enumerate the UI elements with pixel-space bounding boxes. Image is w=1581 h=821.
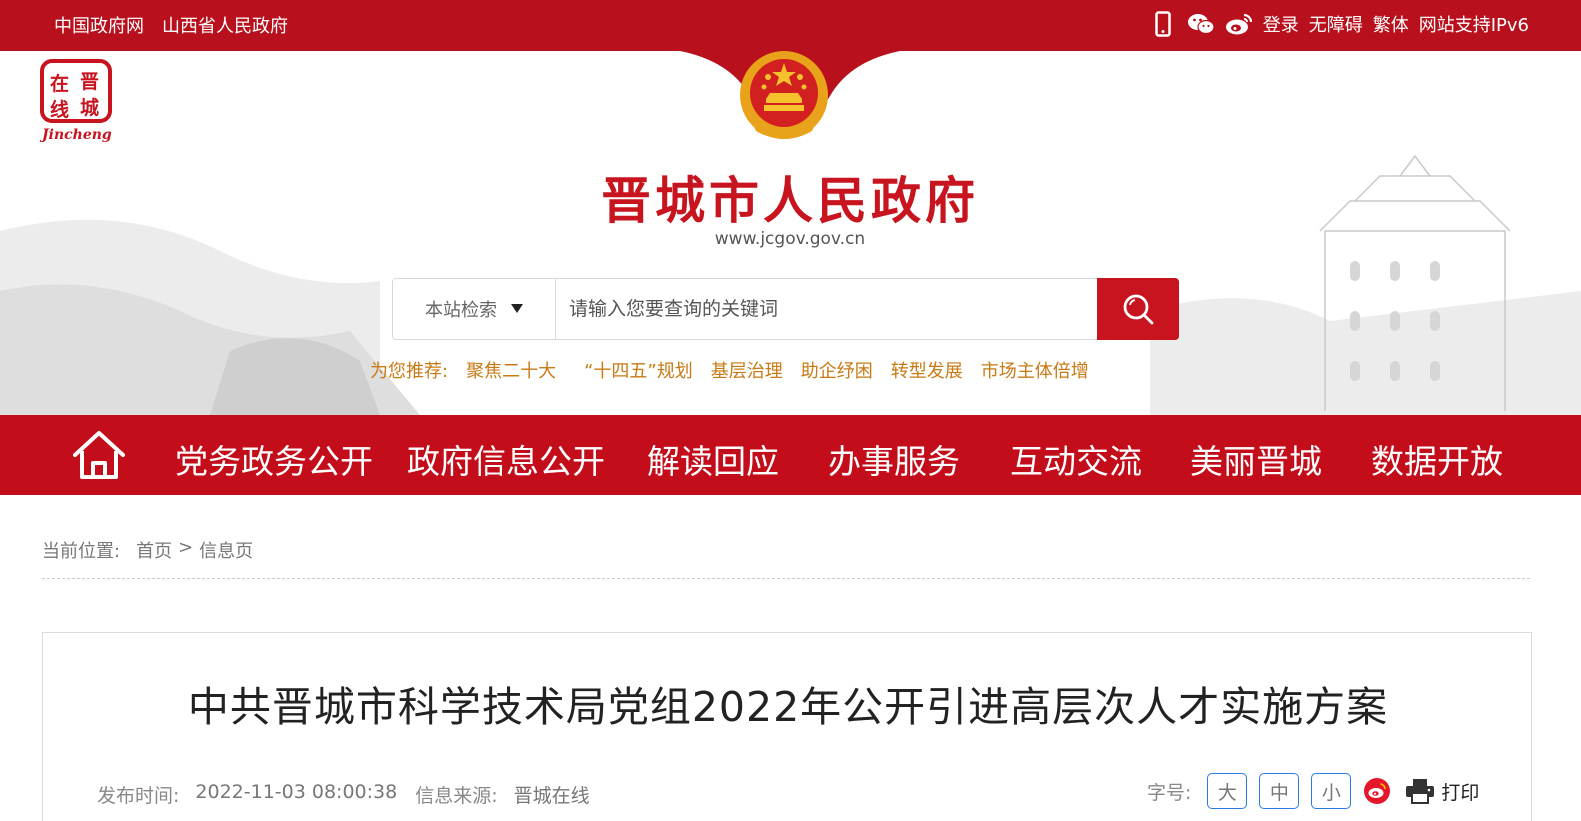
recommend-label: 为您推荐:	[370, 361, 449, 382]
search-icon	[1123, 294, 1154, 325]
jincheng-online-logo[interactable]: 在 晋 线 城	[40, 59, 112, 123]
recommend-item[interactable]: “十四五”规划	[584, 357, 693, 383]
font-size-large-button[interactable]: 大	[1207, 773, 1248, 809]
font-size-label: 字号:	[1147, 781, 1192, 804]
breadcrumb-home[interactable]: 首页	[136, 537, 172, 563]
recommend-item[interactable]: 转型发展	[891, 357, 963, 383]
top-bar-links: 中国政府网 山西省人民政府	[54, 12, 288, 38]
recommend-item[interactable]: 基层治理	[711, 357, 783, 383]
print-label: 打印	[1441, 781, 1480, 804]
site-header: 在 晋 线 城 Jincheng 晋城市人民政府 www.jcgov.gov.c…	[0, 51, 1581, 415]
wechat-icon[interactable]	[1187, 10, 1215, 38]
link-shanxi-gov[interactable]: 山西省人民政府	[162, 12, 288, 38]
login-link[interactable]: 登录	[1263, 11, 1299, 37]
breadcrumb: 当前位置: 首页 > 信息页	[42, 537, 253, 563]
search-scope-label: 本站检索	[425, 300, 497, 321]
recommend-item[interactable]: 助企纾困	[801, 357, 873, 383]
recommend-item[interactable]: 市场主体倍增	[981, 357, 1089, 383]
weibo-icon[interactable]	[1225, 10, 1253, 38]
source-label: 信息来源:	[415, 785, 498, 807]
top-bar-tools: 登录 无障碍 繁体 网站支持IPv6	[1149, 10, 1529, 38]
site-url: www.jcgov.gov.cn	[714, 229, 866, 249]
caret-down-icon	[511, 304, 523, 313]
publish-time: 2022-11-03 08:00:38	[195, 781, 398, 803]
search-bar: 本站检索	[392, 278, 1179, 340]
print-button[interactable]: 打印	[1405, 778, 1479, 805]
home-icon[interactable]	[70, 427, 128, 483]
font-size-small-button[interactable]: 小	[1311, 773, 1352, 809]
nav-item-interaction[interactable]: 互动交流	[1010, 435, 1142, 483]
article-tools: 字号: 大 中 小 打印	[1147, 773, 1479, 809]
divider	[42, 578, 1530, 579]
article-title: 中共晋城市科学技术局党组2022年公开引进高层次人才实施方案	[187, 683, 1389, 731]
breadcrumb-label: 当前位置:	[42, 541, 121, 562]
breadcrumb-current: 信息页	[199, 541, 254, 562]
article-panel: 中共晋城市科学技术局党组2022年公开引进高层次人才实施方案 发布时间: 202…	[42, 632, 1532, 821]
main-nav: 党务政务公开 政府信息公开 解读回应 办事服务 互动交流 美丽晋城 数据开放	[0, 415, 1581, 495]
top-bar: 中国政府网 山西省人民政府 登录 无障碍 繁体 网站支持IPv6	[0, 0, 1581, 51]
ipv6-support-text: 网站支持IPv6	[1418, 15, 1529, 36]
link-china-gov[interactable]: 中国政府网	[54, 12, 144, 38]
weibo-share-icon[interactable]	[1363, 777, 1391, 805]
traditional-chinese-link[interactable]: 繁体	[1373, 11, 1409, 37]
nav-item-services[interactable]: 办事服务	[828, 435, 960, 483]
nav-item-party-affairs[interactable]: 党务政务公开	[175, 435, 373, 483]
site-title: 晋城市人民政府	[601, 171, 979, 230]
breadcrumb-separator: >	[178, 537, 194, 558]
recommend-item[interactable]: 聚焦二十大	[466, 357, 556, 383]
font-size-medium-button[interactable]: 中	[1259, 773, 1300, 809]
nav-item-open-data[interactable]: 数据开放	[1371, 435, 1503, 483]
source-value: 晋城在线	[513, 785, 590, 807]
printer-icon	[1406, 779, 1435, 804]
national-emblem-icon	[740, 51, 828, 139]
nav-item-gov-info[interactable]: 政府信息公开	[407, 435, 605, 483]
publish-time-label: 发布时间:	[97, 785, 180, 807]
search-button[interactable]	[1097, 278, 1179, 340]
nav-item-beautiful-jincheng[interactable]: 美丽晋城	[1190, 435, 1322, 483]
nav-item-interpretation[interactable]: 解读回应	[647, 435, 779, 483]
article-meta: 发布时间: 2022-11-03 08:00:38 信息来源: 晋城在线	[97, 781, 608, 808]
search-input[interactable]	[557, 279, 1097, 339]
recommended-topics: 为您推荐: 聚焦二十大 “十四五”规划 基层治理 助企纾困 转型发展 市场主体倍…	[370, 357, 1089, 383]
logo-english-text: Jincheng	[42, 127, 112, 143]
mobile-icon[interactable]	[1149, 10, 1177, 38]
search-scope-dropdown[interactable]: 本站检索	[393, 279, 556, 339]
accessibility-link[interactable]: 无障碍	[1309, 11, 1363, 37]
